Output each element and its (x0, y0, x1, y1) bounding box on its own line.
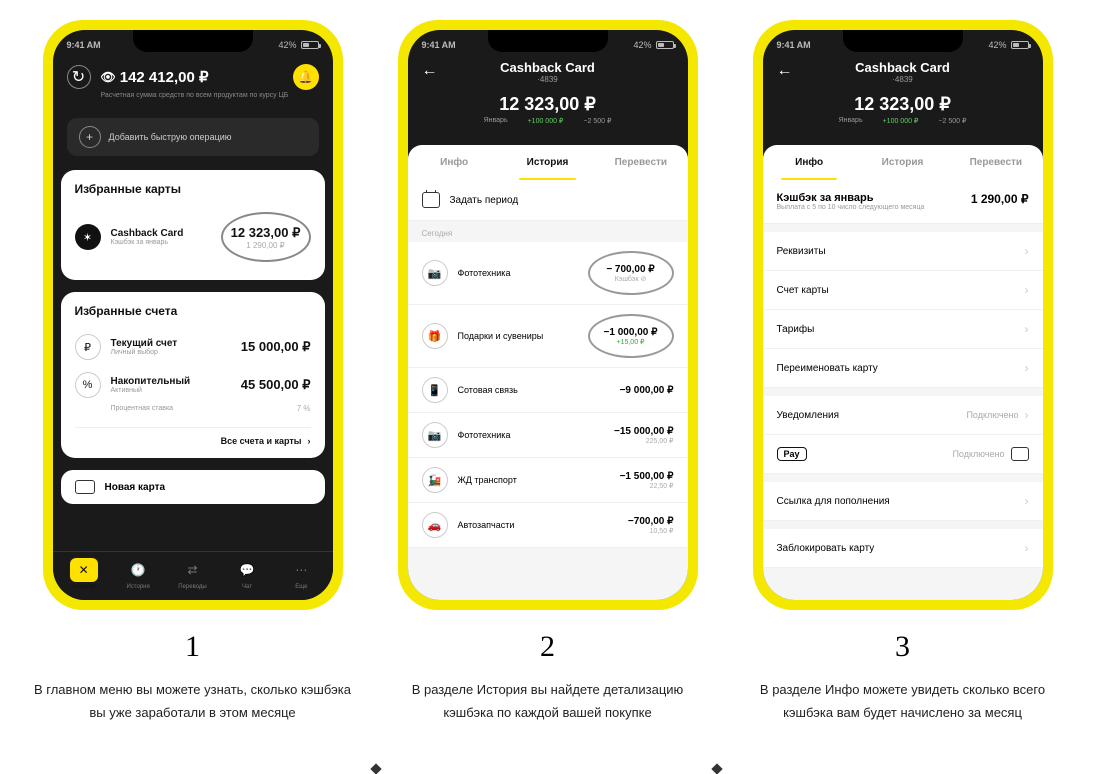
ruble-icon: ₽ (75, 334, 101, 360)
tab-transfer[interactable]: Перевести (949, 145, 1042, 180)
new-card-button[interactable]: Новая карта (61, 470, 325, 504)
chevron-right-icon: › (308, 436, 311, 446)
account-row-current[interactable]: ₽ Текущий счетЛичный выбор 15 000,00 ₽ (75, 328, 311, 366)
tab-bar: Инфо История Перевести (408, 145, 688, 180)
plus-icon: + (79, 126, 101, 148)
nav-more[interactable]: ⋯Еще (274, 558, 328, 590)
battery-icon (1011, 41, 1029, 49)
cashback-summary[interactable]: 1 290,00 ₽ Кэшбэк за январь Выплата с 5 … (763, 180, 1043, 224)
chevron-right-icon: › (1025, 494, 1029, 508)
row-rename[interactable]: Переименовать карту› (763, 349, 1043, 388)
phone-1: 9:41 AM 42% ↻ 👁142 412,00 ₽ 🔔 Расчетная … (43, 20, 343, 610)
calendar-icon (422, 192, 440, 208)
card-row-cashback[interactable]: ✶ Cashback CardКэшбэк за январь 12 323,0… (75, 206, 311, 268)
category-icon: 📷 (422, 422, 448, 448)
step-number: 3 (740, 630, 1065, 664)
chevron-right-icon: › (1025, 408, 1029, 422)
step-number: 1 (30, 630, 355, 664)
back-button[interactable]: ← (777, 62, 793, 80)
category-icon: 🚂 (422, 467, 448, 493)
section-fav-accounts: Избранные счета (75, 304, 311, 318)
notch (133, 30, 253, 52)
chevron-right-icon: › (1025, 322, 1029, 336)
apple-pay-icon: Pay (777, 447, 807, 461)
quick-add-button[interactable]: + Добавить быструю операцию (67, 118, 319, 156)
percent-icon: % (75, 372, 101, 398)
row-block-card[interactable]: Заблокировать карту› (763, 529, 1043, 568)
row-tariffs[interactable]: Тарифы› (763, 310, 1043, 349)
nav-history[interactable]: 🕐История (111, 558, 165, 590)
transaction-row[interactable]: 🚂 ЖД транспорт −1 500,00 ₽22,50 ₽ (408, 458, 688, 503)
step-caption: В разделе История вы найдете детализацию… (385, 678, 710, 725)
category-icon: 🎁 (422, 323, 448, 349)
row-account[interactable]: Счет карты› (763, 271, 1043, 310)
transaction-row[interactable]: 📱 Сотовая связь −9 000,00 ₽ (408, 368, 688, 413)
nav-transfers[interactable]: ⇄Переводы (165, 558, 219, 590)
tab-bar: Инфо История Перевести (763, 145, 1043, 180)
transaction-row[interactable]: 📷 Фототехника − 700,00 ₽Кэшбэк ⊘ (408, 242, 688, 305)
battery-icon (656, 41, 674, 49)
chevron-right-icon: › (1025, 541, 1029, 555)
more-icon: ⋯ (287, 558, 315, 582)
phone-3: 9:41 AM 42% ← Cashback Card ·4839 12 323… (753, 20, 1053, 610)
row-notifications[interactable]: УведомленияПодключено› (763, 396, 1043, 435)
clock-icon: 🕐 (124, 558, 152, 582)
refresh-icon[interactable]: ↻ (67, 65, 91, 89)
home-icon: ✕ (70, 558, 98, 582)
status-time: 9:41 AM (67, 40, 101, 50)
chip-icon (1011, 447, 1029, 461)
eye-off-icon[interactable]: 👁 (101, 70, 116, 84)
tab-history[interactable]: История (501, 145, 594, 180)
set-period-button[interactable]: Задать период (408, 180, 688, 221)
chevron-right-icon: › (1025, 361, 1029, 375)
section-fav-cards: Избранные карты (75, 182, 311, 196)
chevron-right-icon: › (1025, 283, 1029, 297)
chat-icon: 💬 (233, 558, 261, 582)
transaction-row[interactable]: 📷 Фототехника −15 000,00 ₽225,00 ₽ (408, 413, 688, 458)
separator-icon (711, 763, 722, 774)
row-topup-link[interactable]: Ссылка для пополнения› (763, 482, 1043, 521)
category-icon: 🚗 (422, 512, 448, 538)
card-icon (75, 480, 95, 494)
category-icon: 📱 (422, 377, 448, 403)
category-icon: 📷 (422, 260, 448, 286)
bell-icon[interactable]: 🔔 (293, 64, 319, 90)
bottom-nav: ✕Главная 🕐История ⇄Переводы 💬Чат ⋯Еще (53, 551, 333, 600)
tab-info[interactable]: Инфо (763, 145, 856, 180)
back-button[interactable]: ← (422, 62, 438, 80)
row-requisites[interactable]: Реквизиты› (763, 232, 1043, 271)
account-row-savings[interactable]: % НакопительныйАктивный 45 500,00 ₽ (75, 366, 311, 404)
transaction-row[interactable]: 🚗 Автозапчасти −700,00 ₽10,50 ₽ (408, 503, 688, 548)
step-number: 2 (385, 630, 710, 664)
step-caption: В разделе Инфо можете увидеть сколько вс… (740, 678, 1065, 725)
transaction-row[interactable]: 🎁 Подарки и сувениры −1 000,00 ₽+15,00 ₽ (408, 305, 688, 368)
notch (488, 30, 608, 52)
row-applepay[interactable]: PayПодключено (763, 435, 1043, 474)
notch (843, 30, 963, 52)
chevron-right-icon: › (1025, 244, 1029, 258)
phone-2: 9:41 AM 42% ← Cashback Card ·4839 12 323… (398, 20, 698, 610)
tab-history[interactable]: История (856, 145, 949, 180)
nav-home[interactable]: ✕Главная (57, 558, 111, 590)
tab-info[interactable]: Инфо (408, 145, 501, 180)
tab-transfer[interactable]: Перевести (594, 145, 687, 180)
transfer-icon: ⇄ (179, 558, 207, 582)
all-accounts-link[interactable]: Все счета и карты› (75, 427, 311, 446)
card-header: ← Cashback Card ·4839 12 323,00 ₽ Январь… (763, 56, 1043, 135)
battery-icon (301, 41, 319, 49)
nav-chat[interactable]: 💬Чат (220, 558, 274, 590)
group-today: Сегодня (408, 221, 688, 242)
card-header: ← Cashback Card ·4839 12 323,00 ₽ Январь… (408, 56, 688, 135)
step-caption: В главном меню вы можете узнать, сколько… (30, 678, 355, 725)
home-header: ↻ 👁142 412,00 ₽ 🔔 Расчетная сумма средст… (53, 56, 333, 108)
card-icon: ✶ (75, 224, 101, 250)
separator-icon (370, 763, 381, 774)
zoom-highlight: 12 323,00 ₽ 1 290,00 ₽ (221, 212, 311, 262)
